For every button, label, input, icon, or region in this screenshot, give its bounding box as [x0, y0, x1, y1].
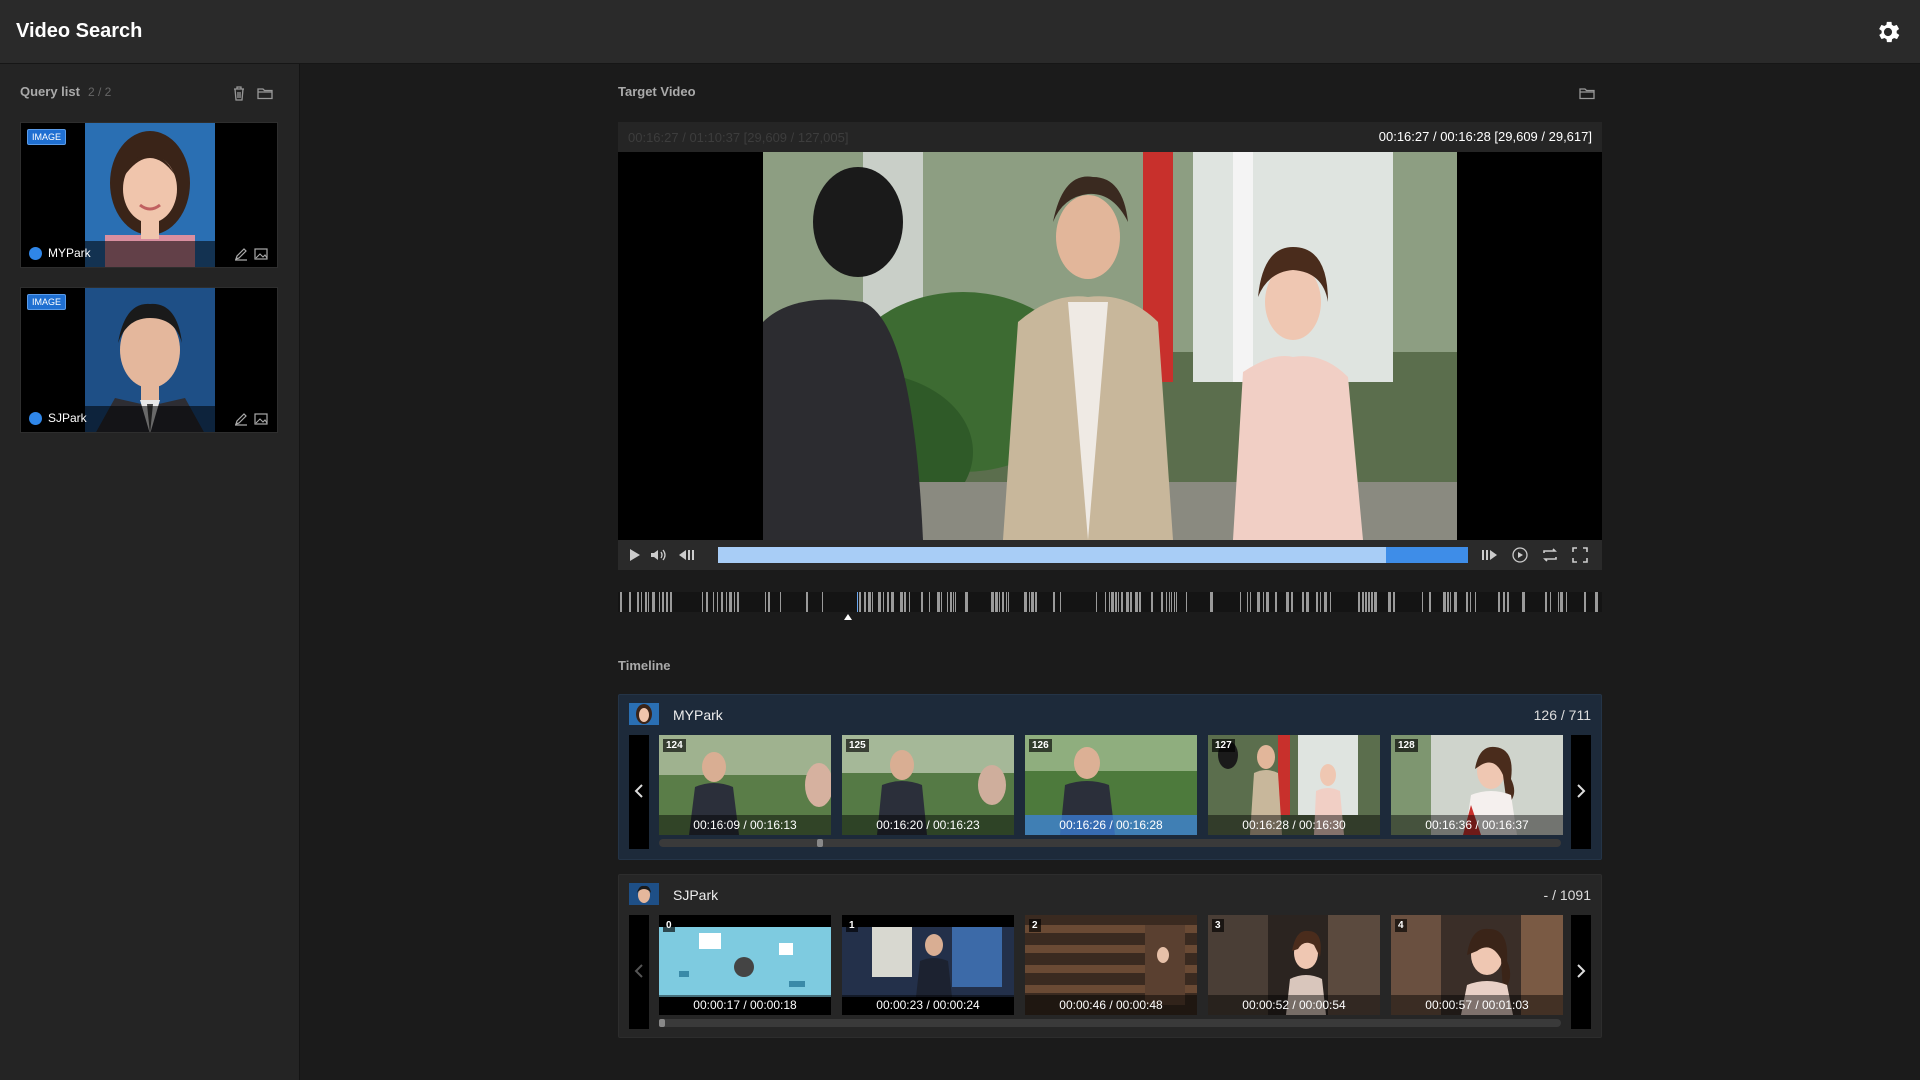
folder-icon[interactable]: [1578, 84, 1596, 102]
thumb-time: 00:16:09 / 00:16:13: [659, 815, 831, 835]
top-bar: Video Search: [0, 0, 1920, 64]
timeline-track: SJPark - / 1091 0 00:00:17 / 00:00:18 1 …: [618, 874, 1602, 1038]
thumb-time: 00:00:17 / 00:00:18: [659, 995, 831, 1015]
scrollbar-handle[interactable]: [659, 1019, 665, 1027]
avatar: [629, 703, 659, 725]
speed-icon[interactable]: [1510, 545, 1530, 565]
thumb-index: 1: [846, 919, 858, 932]
chevron-left-icon: [634, 784, 643, 798]
track-scrollbar[interactable]: [659, 1019, 1561, 1027]
timeline-thumb[interactable]: 0 00:00:17 / 00:00:18: [659, 915, 831, 1015]
thumb-index: 125: [846, 739, 869, 752]
query-type-badge: IMAGE: [27, 294, 67, 310]
track-count: - / 1091: [1543, 887, 1591, 903]
query-card[interactable]: IMAGE SJPark: [20, 287, 278, 433]
track-name: MYPark: [673, 707, 723, 723]
next-button[interactable]: [1571, 915, 1591, 1029]
video-player[interactable]: 00:16:27 / 01:10:37 [29,609 / 127,005] 0…: [618, 122, 1602, 570]
repeat-icon[interactable]: [1540, 545, 1560, 565]
total-time-readout: 00:16:27 / 01:10:37 [29,609 / 127,005]: [628, 130, 849, 145]
thumb-time: 00:16:26 / 00:16:28: [1025, 815, 1197, 835]
thumb-time: 00:16:28 / 00:16:30: [1208, 815, 1380, 835]
detection-barcode[interactable]: [618, 592, 1602, 612]
prev-button[interactable]: [629, 735, 649, 849]
chevron-right-icon: [1577, 964, 1586, 978]
thumb-time: 00:16:36 / 00:16:37: [1391, 815, 1563, 835]
progress-bar[interactable]: [718, 547, 1468, 563]
query-name: MYPark: [48, 246, 91, 260]
step-forward-icon[interactable]: [1480, 545, 1500, 565]
trash-icon[interactable]: [230, 84, 248, 102]
fullscreen-icon[interactable]: [1570, 545, 1590, 565]
thumb-index: 2: [1029, 919, 1041, 932]
edit-icon[interactable]: [233, 411, 249, 427]
target-video-label: Target Video: [618, 84, 696, 99]
query-name: SJPark: [48, 411, 87, 425]
timeline-thumb[interactable]: 3 00:00:52 / 00:00:54: [1208, 915, 1380, 1015]
timeline-thumb[interactable]: 124 00:16:09 / 00:16:13: [659, 735, 831, 835]
play-icon[interactable]: [624, 545, 644, 565]
query-list-header: Query list 2 / 2: [20, 84, 111, 99]
thumb-index: 128: [1395, 739, 1418, 752]
track-count: 126 / 711: [1533, 707, 1591, 723]
thumb-index: 124: [663, 739, 686, 752]
video-frame[interactable]: [763, 152, 1457, 540]
folder-icon[interactable]: [256, 84, 274, 102]
timeline-thumb[interactable]: 2 00:00:46 / 00:00:48: [1025, 915, 1197, 1015]
timeline-thumb[interactable]: 1 00:00:23 / 00:00:24: [842, 915, 1014, 1015]
thumb-index: 127: [1212, 739, 1235, 752]
player-controls: [618, 540, 1602, 570]
step-back-icon[interactable]: [676, 545, 696, 565]
thumb-time: 00:00:46 / 00:00:48: [1025, 995, 1197, 1015]
thumb-time: 00:00:57 / 00:01:03: [1391, 995, 1563, 1015]
avatar: [629, 883, 659, 905]
timeline-track: MYPark 126 / 711 124 00:16:09 / 00:16:13…: [618, 694, 1602, 860]
volume-icon[interactable]: [648, 545, 668, 565]
check-icon[interactable]: [29, 247, 42, 260]
prev-button[interactable]: [629, 915, 649, 1029]
image-icon[interactable]: [253, 411, 269, 427]
track-name: SJPark: [673, 887, 719, 903]
query-card[interactable]: IMAGE MYPark: [20, 122, 278, 268]
timeline-thumb[interactable]: 4 00:00:57 / 00:01:03: [1391, 915, 1563, 1015]
player-info-bar: 00:16:27 / 01:10:37 [29,609 / 127,005] 0…: [618, 122, 1602, 152]
edit-icon[interactable]: [233, 246, 249, 262]
track-scrollbar[interactable]: [659, 839, 1561, 847]
thumb-index: 3: [1212, 919, 1224, 932]
app-title: Video Search: [16, 20, 143, 42]
position-marker: [844, 614, 852, 620]
thumb-time: 00:16:20 / 00:16:23: [842, 815, 1014, 835]
thumb-index: 126: [1029, 739, 1052, 752]
query-type-badge: IMAGE: [27, 129, 67, 145]
query-list-title: Query list: [20, 84, 80, 99]
progress-played: [718, 547, 1386, 563]
segment-time-readout: 00:16:27 / 00:16:28 [29,609 / 29,617]: [1378, 129, 1592, 144]
thumb-index: 4: [1395, 919, 1407, 932]
timeline-thumb[interactable]: 128 00:16:36 / 00:16:37: [1391, 735, 1563, 835]
thumb-time: 00:00:23 / 00:00:24: [842, 995, 1014, 1015]
chevron-right-icon: [1577, 784, 1586, 798]
chevron-left-icon: [634, 964, 643, 978]
gear-icon[interactable]: [1874, 18, 1902, 46]
check-icon[interactable]: [29, 412, 42, 425]
next-button[interactable]: [1571, 735, 1591, 849]
thumb-index: 0: [663, 919, 675, 932]
scrollbar-handle[interactable]: [817, 839, 823, 847]
timeline-label: Timeline: [618, 658, 671, 673]
timeline-thumb[interactable]: 125 00:16:20 / 00:16:23: [842, 735, 1014, 835]
image-icon[interactable]: [253, 246, 269, 262]
timeline-thumb-selected[interactable]: 126 00:16:26 / 00:16:28: [1025, 735, 1197, 835]
query-list-count: 2 / 2: [87, 85, 112, 99]
timeline-thumb[interactable]: 127 00:16:28 / 00:16:30: [1208, 735, 1380, 835]
query-sidebar: Query list 2 / 2 IMAGE MYPark IMAGE SJPa…: [0, 64, 300, 1080]
thumb-time: 00:00:52 / 00:00:54: [1208, 995, 1380, 1015]
